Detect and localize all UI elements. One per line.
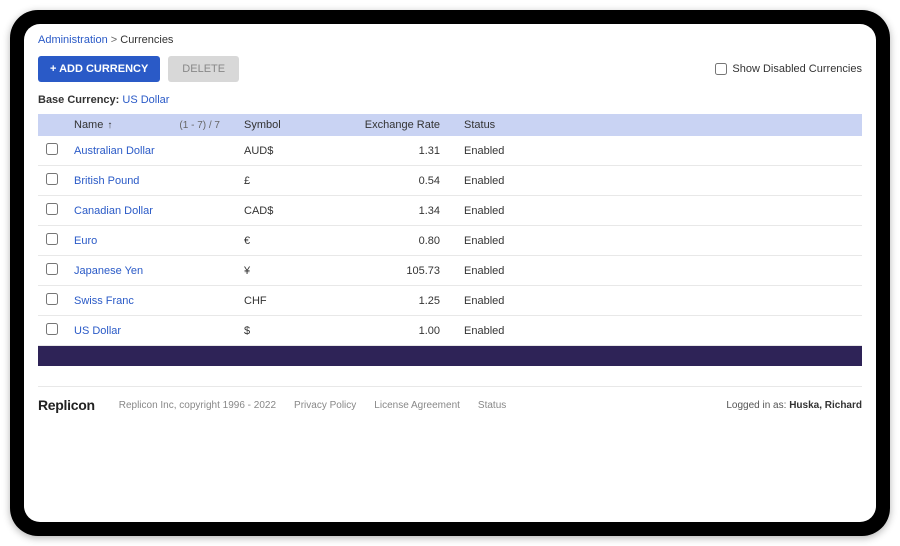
row-name-cell: US Dollar (66, 316, 236, 346)
row-checkbox-cell (38, 286, 66, 316)
logged-in-info: Logged in as: Huska, Richard (726, 400, 862, 411)
row-name-cell: Swiss Franc (66, 286, 236, 316)
table-header-row: Name ↑ (1 - 7) / 7 Symbol Exchange Rate … (38, 114, 862, 136)
page-info: (1 - 7) / 7 (179, 120, 228, 131)
currency-link[interactable]: Canadian Dollar (74, 205, 153, 217)
table-row: US Dollar $1.00Enabled (38, 316, 862, 346)
currency-link[interactable]: Swiss Franc (74, 295, 134, 307)
row-symbol-cell: CAD$ (236, 196, 316, 226)
header-checkbox-col (38, 114, 66, 136)
row-name-cell: Canadian Dollar (66, 196, 236, 226)
row-symbol-cell: $ (236, 316, 316, 346)
row-status-cell: Enabled (456, 316, 862, 346)
row-rate-cell: 1.00 (316, 316, 456, 346)
row-rate-cell: 105.73 (316, 256, 456, 286)
header-symbol[interactable]: Symbol (236, 114, 316, 136)
table-row: Swiss Franc CHF1.25Enabled (38, 286, 862, 316)
row-checkbox[interactable] (46, 293, 58, 305)
row-rate-cell: 0.80 (316, 226, 456, 256)
row-checkbox[interactable] (46, 173, 58, 185)
table-row: British Pound £0.54Enabled (38, 166, 862, 196)
row-name-cell: Euro (66, 226, 236, 256)
page-footer: Replicon Replicon Inc, copyright 1996 - … (38, 386, 862, 413)
row-checkbox[interactable] (46, 263, 58, 275)
copyright-text: Replicon Inc, copyright 1996 - 2022 (119, 400, 276, 411)
row-symbol-cell: £ (236, 166, 316, 196)
row-checkbox[interactable] (46, 233, 58, 245)
currency-link[interactable]: US Dollar (74, 325, 121, 337)
row-status-cell: Enabled (456, 286, 862, 316)
row-name-cell: Australian Dollar (66, 136, 236, 166)
row-checkbox[interactable] (46, 323, 58, 335)
currency-link[interactable]: Euro (74, 235, 97, 247)
currency-link[interactable]: Japanese Yen (74, 265, 143, 277)
row-rate-cell: 1.25 (316, 286, 456, 316)
delete-button[interactable]: DELETE (168, 56, 239, 82)
base-currency-row: Base Currency: US Dollar (38, 94, 862, 106)
base-currency-label: Base Currency: (38, 94, 119, 106)
toolbar: + ADD CURRENCY DELETE Show Disabled Curr… (38, 56, 862, 82)
sort-ascending-icon: ↑ (107, 120, 112, 131)
row-status-cell: Enabled (456, 196, 862, 226)
row-status-cell: Enabled (456, 226, 862, 256)
row-status-cell: Enabled (456, 256, 862, 286)
row-rate-cell: 1.31 (316, 136, 456, 166)
brand-logo: Replicon (38, 397, 95, 413)
row-status-cell: Enabled (456, 166, 862, 196)
breadcrumb: Administration > Currencies (38, 34, 862, 46)
add-currency-button[interactable]: + ADD CURRENCY (38, 56, 160, 82)
row-checkbox[interactable] (46, 143, 58, 155)
header-name[interactable]: Name ↑ (1 - 7) / 7 (66, 114, 236, 136)
row-checkbox-cell (38, 256, 66, 286)
currency-link[interactable]: Australian Dollar (74, 145, 155, 157)
tablet-frame: Administration > Currencies + ADD CURREN… (10, 10, 890, 536)
app-screen: Administration > Currencies + ADD CURREN… (24, 24, 876, 522)
currency-link[interactable]: British Pound (74, 175, 139, 187)
status-link[interactable]: Status (478, 400, 506, 411)
row-name-cell: British Pound (66, 166, 236, 196)
table-row: Australian Dollar AUD$1.31Enabled (38, 136, 862, 166)
row-checkbox-cell (38, 166, 66, 196)
header-rate[interactable]: Exchange Rate (316, 114, 456, 136)
header-status[interactable]: Status (456, 114, 862, 136)
show-disabled-label: Show Disabled Currencies (732, 63, 862, 75)
row-status-cell: Enabled (456, 136, 862, 166)
privacy-link[interactable]: Privacy Policy (294, 400, 356, 411)
table-row: Euro €0.80Enabled (38, 226, 862, 256)
row-symbol-cell: € (236, 226, 316, 256)
show-disabled-checkbox[interactable] (715, 63, 727, 75)
row-checkbox-cell (38, 316, 66, 346)
table-row: Japanese Yen ¥105.73Enabled (38, 256, 862, 286)
row-symbol-cell: AUD$ (236, 136, 316, 166)
row-symbol-cell: ¥ (236, 256, 316, 286)
row-checkbox-cell (38, 196, 66, 226)
row-rate-cell: 1.34 (316, 196, 456, 226)
row-symbol-cell: CHF (236, 286, 316, 316)
logged-in-label: Logged in as: (726, 400, 786, 411)
breadcrumb-current: Currencies (120, 34, 173, 46)
row-rate-cell: 0.54 (316, 166, 456, 196)
show-disabled-toggle[interactable]: Show Disabled Currencies (715, 63, 862, 75)
row-name-cell: Japanese Yen (66, 256, 236, 286)
license-link[interactable]: License Agreement (374, 400, 460, 411)
breadcrumb-root-link[interactable]: Administration (38, 34, 108, 46)
table-footer-bar (38, 346, 862, 366)
currencies-table: Name ↑ (1 - 7) / 7 Symbol Exchange Rate … (38, 114, 862, 346)
row-checkbox-cell (38, 136, 66, 166)
header-name-label: Name (74, 119, 103, 131)
row-checkbox[interactable] (46, 203, 58, 215)
base-currency-link[interactable]: US Dollar (122, 94, 169, 106)
row-checkbox-cell (38, 226, 66, 256)
logged-in-user: Huska, Richard (789, 400, 862, 411)
table-row: Canadian Dollar CAD$1.34Enabled (38, 196, 862, 226)
breadcrumb-separator: > (111, 34, 120, 46)
